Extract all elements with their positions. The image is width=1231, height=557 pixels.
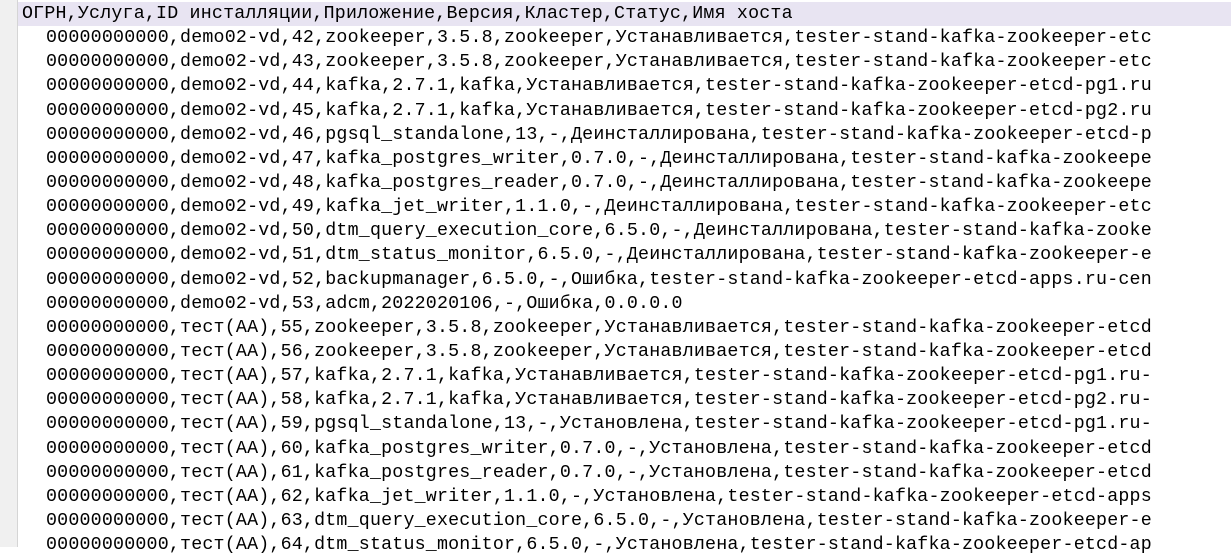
text-editor-content[interactable]: ОГРН,Услуга,ID инсталляции,Приложение,Ве… (18, 2, 1231, 557)
csv-row: 00000000000,demo02-vd,47,kafka_postgres_… (18, 147, 1231, 171)
csv-row: 00000000000,demo02-vd,45,kafka,2.7.1,kaf… (18, 99, 1231, 123)
csv-row: 00000000000,demo02-vd,52,backupmanager,6… (18, 268, 1231, 292)
csv-row: 00000000000,demo02-vd,53,adcm,2022020106… (18, 292, 1231, 316)
csv-row: 00000000000,demo02-vd,44,kafka,2.7.1,kaf… (18, 74, 1231, 98)
csv-row: 00000000000,demo02-vd,43,zookeeper,3.5.8… (18, 50, 1231, 74)
csv-row: 00000000000,demo02-vd,50,dtm_query_execu… (18, 219, 1231, 243)
csv-header-row: ОГРН,Услуга,ID инсталляции,Приложение,Ве… (18, 2, 1231, 26)
editor-gutter (0, 0, 18, 547)
csv-row: 00000000000,тест(AA),58,kafka,2.7.1,kafk… (18, 388, 1231, 412)
csv-row: 00000000000,тест(AA),62,kafka_jet_writer… (18, 485, 1231, 509)
csv-row: 00000000000,тест(AA),59,pgsql_standalone… (18, 412, 1231, 436)
csv-row: 00000000000,demo02-vd,49,kafka_jet_write… (18, 195, 1231, 219)
csv-row: 00000000000,тест(AA),60,kafka_postgres_w… (18, 437, 1231, 461)
csv-row: 00000000000,тест(AA),57,kafka,2.7.1,kafk… (18, 364, 1231, 388)
csv-row: 00000000000,demo02-vd,46,pgsql_standalon… (18, 123, 1231, 147)
csv-row: 00000000000,demo02-vd,51,dtm_status_moni… (18, 243, 1231, 267)
csv-row: 00000000000,тест(AA),61,kafka_postgres_r… (18, 461, 1231, 485)
csv-row: 00000000000,demo02-vd,48,kafka_postgres_… (18, 171, 1231, 195)
csv-body: 00000000000,demo02-vd,42,zookeeper,3.5.8… (18, 26, 1231, 557)
csv-row: 00000000000,тест(AA),63,dtm_query_execut… (18, 509, 1231, 533)
csv-row: 00000000000,тест(AA),64,dtm_status_monit… (18, 533, 1231, 557)
csv-row: 00000000000,тест(AA),56,zookeeper,3.5.8,… (18, 340, 1231, 364)
csv-row: 00000000000,тест(AA),55,zookeeper,3.5.8,… (18, 316, 1231, 340)
csv-row: 00000000000,demo02-vd,42,zookeeper,3.5.8… (18, 26, 1231, 50)
